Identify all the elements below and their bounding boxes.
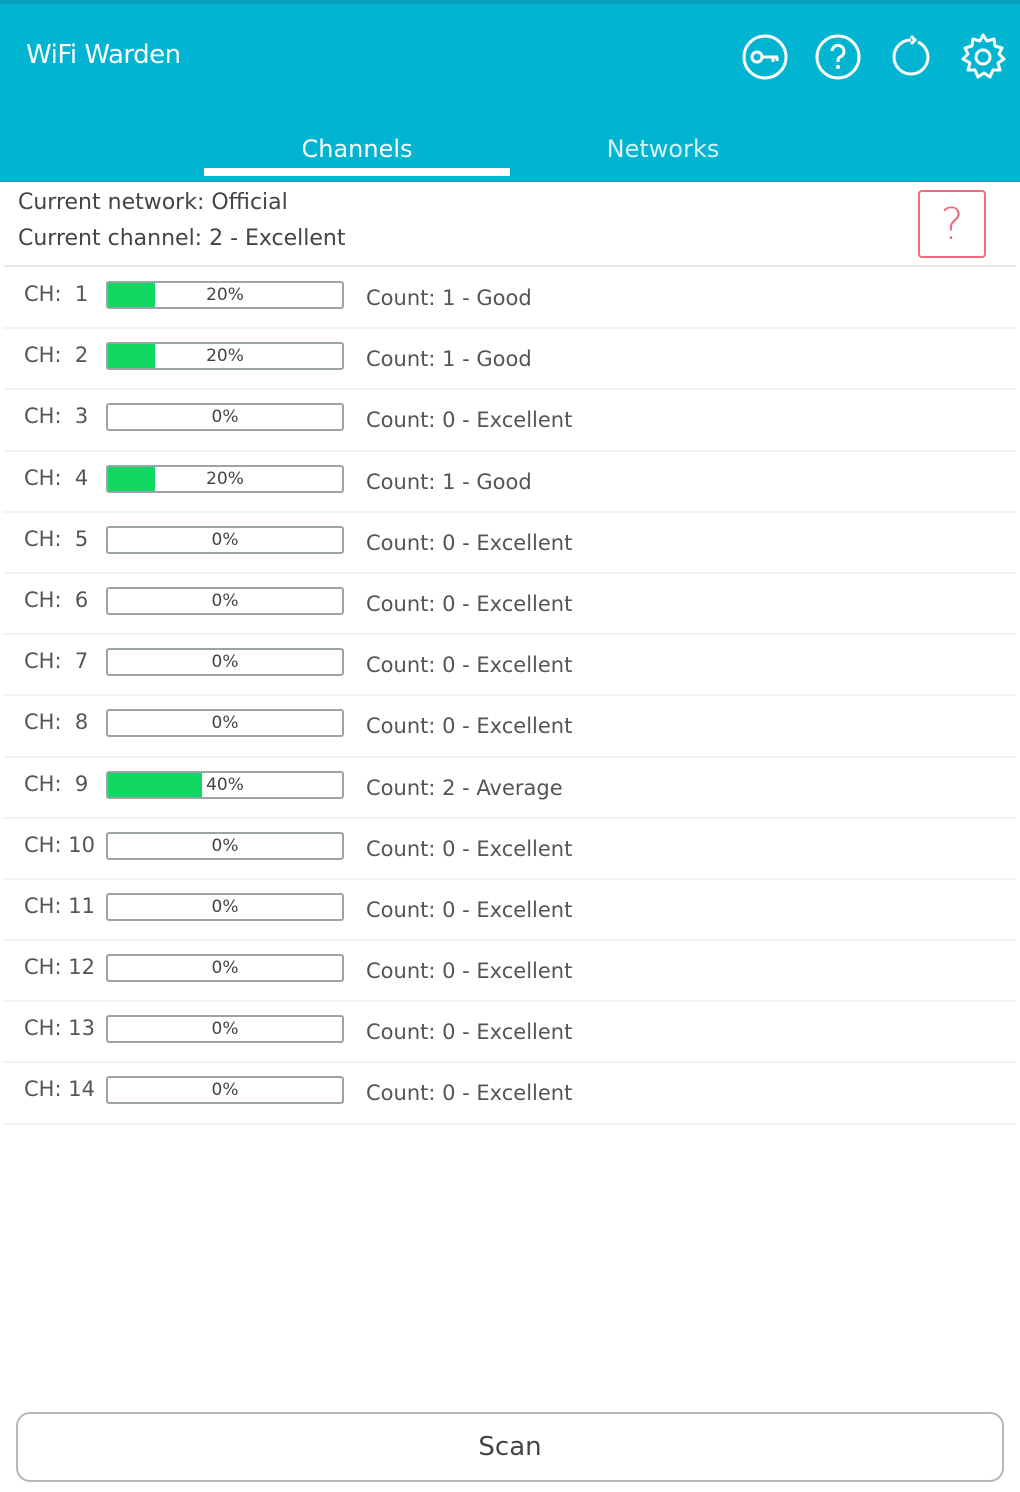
app-title: WiFi Warden [26, 40, 181, 70]
channel-usage-percent: 20% [206, 346, 244, 367]
channel-row: CH: 4 20% Count: 1 - Good [4, 452, 1016, 513]
channel-usage-percent: 40% [206, 774, 244, 795]
channel-status: Count: 0 - Excellent [366, 530, 573, 555]
channel-label: CH: 14 [24, 1077, 95, 1102]
channel-row: CH: 5 0% Count: 0 - Excellent [4, 513, 1016, 574]
channel-status: Count: 0 - Excellent [366, 714, 573, 739]
channel-usage-bar: 0% [106, 954, 344, 983]
channel-label: CH: 6 [24, 587, 89, 612]
channel-usage-bar: 0% [106, 525, 344, 554]
channel-row: CH: 12 0% Count: 0 - Excellent [4, 941, 1016, 1003]
channel-row: CH: 1 20% Count: 1 - Good [4, 268, 1016, 330]
scan-button[interactable]: Scan [16, 1412, 1004, 1482]
channel-label: CH: 1 [24, 282, 89, 306]
channel-usage-percent: 20% [206, 468, 244, 489]
active-tab-indicator [204, 168, 510, 176]
refresh-icon [892, 34, 930, 76]
channel-label: CH: 3 [24, 404, 89, 429]
channel-usage-bar: 0% [106, 831, 344, 860]
channel-status: Count: 0 - Excellent [366, 1081, 573, 1106]
channel-row: CH: 6 0% Count: 0 - Excellent [4, 574, 1016, 636]
key-icon [742, 34, 788, 80]
channel-usage-bar: 0% [106, 403, 344, 432]
channel-usage-percent: 0% [211, 529, 239, 550]
channel-label: CH: 7 [24, 649, 89, 674]
channel-status: Count: 0 - Excellent [366, 408, 573, 433]
channel-row: CH: 9 40% Count: 2 - Average [4, 758, 1016, 819]
current-network-info: Current network: Official Current channe… [4, 182, 1016, 267]
channel-usage-percent: 0% [211, 958, 239, 979]
tab-networks[interactable]: Networks [510, 112, 816, 186]
channel-usage-percent: 0% [211, 1019, 239, 1040]
channel-status: Count: 2 - Average [366, 775, 563, 800]
channel-usage-percent: 0% [211, 713, 239, 734]
channel-label: CH: 8 [24, 710, 89, 735]
channel-row: CH: 3 0% Count: 0 - Excellent [4, 390, 1016, 452]
channel-usage-bar: 0% [106, 892, 344, 921]
channel-row: CH: 11 0% Count: 0 - Excellent [4, 880, 1016, 942]
channel-label: CH: 11 [24, 893, 95, 918]
channel-usage-bar: 20% [106, 464, 344, 493]
channel-row: CH: 2 20% Count: 1 - Good [4, 329, 1016, 391]
channel-usage-percent: 0% [211, 896, 239, 917]
channel-status: Count: 1 - Good [366, 469, 532, 494]
channel-row: CH: 14 0% Count: 0 - Excellent [4, 1063, 1016, 1125]
channel-usage-bar: 0% [106, 586, 344, 615]
settings-button[interactable] [958, 32, 1008, 82]
current-channel-text: Current channel: 2 - Excellent [18, 226, 346, 251]
channel-label: CH: 2 [24, 343, 89, 368]
channel-status: Count: 0 - Excellent [366, 836, 573, 861]
channel-label: CH: 5 [24, 526, 89, 551]
app-bar: WiFi Warden Channels Networks [0, 0, 1020, 182]
channel-row: CH: 8 0% Count: 0 - Excellent [4, 696, 1016, 758]
channel-usage-percent: 0% [211, 1080, 239, 1101]
channel-usage-bar: 0% [106, 1015, 344, 1044]
key-button[interactable] [740, 32, 790, 82]
channel-status: Count: 0 - Excellent [366, 591, 573, 616]
channel-label: CH: 13 [24, 1016, 95, 1041]
channel-row: CH: 13 0% Count: 0 - Excellent [4, 1002, 1016, 1064]
channel-usage-bar: 0% [106, 709, 344, 738]
channel-list: CH: 1 20% Count: 1 - Good CH: 2 20% Coun… [4, 268, 1016, 1125]
current-network-text: Current network: Official [18, 190, 288, 215]
channel-usage-percent: 0% [211, 407, 239, 428]
help-icon [815, 34, 861, 80]
tab-bar: Channels Networks [0, 112, 1020, 186]
channel-row: CH: 10 0% Count: 0 - Excellent [4, 819, 1016, 880]
channel-label: CH: 10 [24, 832, 95, 857]
channel-usage-bar: 0% [106, 648, 344, 677]
channel-help-button[interactable]: ? [918, 190, 986, 258]
channel-usage-bar: 20% [106, 342, 344, 371]
channel-status: Count: 0 - Excellent [366, 1020, 573, 1045]
channel-usage-bar: 0% [106, 1076, 344, 1105]
channel-status: Count: 1 - Good [366, 286, 532, 310]
channel-row: CH: 7 0% Count: 0 - Excellent [4, 635, 1016, 697]
channel-label: CH: 12 [24, 955, 95, 980]
channel-status: Count: 0 - Excellent [366, 897, 573, 922]
channel-usage-percent: 20% [206, 285, 244, 305]
channel-status: Count: 0 - Excellent [366, 959, 573, 984]
channel-usage-percent: 0% [211, 835, 239, 856]
channel-usage-bar: 20% [106, 281, 344, 309]
channel-usage-percent: 0% [211, 590, 239, 611]
channel-label: CH: 9 [24, 771, 89, 796]
channel-usage-percent: 0% [211, 652, 239, 673]
channel-label: CH: 4 [24, 465, 89, 490]
channel-usage-bar: 40% [106, 770, 344, 799]
help-button[interactable] [813, 32, 863, 82]
settings-icon [961, 33, 1006, 79]
channel-status: Count: 0 - Excellent [366, 653, 573, 678]
channel-status: Count: 1 - Good [366, 347, 532, 372]
refresh-button[interactable] [886, 32, 936, 82]
